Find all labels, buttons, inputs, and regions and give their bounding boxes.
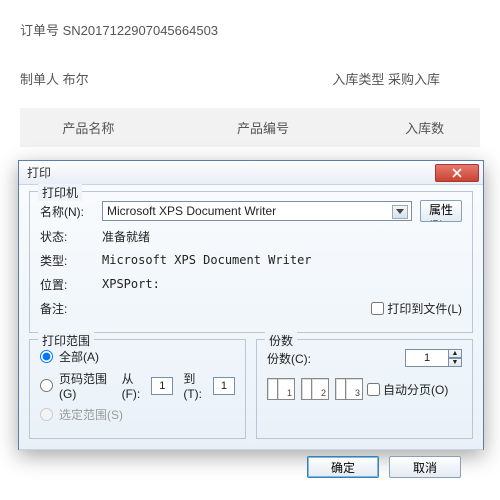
- copies-label: 份数(C):: [267, 350, 327, 367]
- printer-name-combo[interactable]: Microsoft XPS Document Writer: [102, 201, 412, 221]
- print-to-file-input[interactable]: [371, 302, 384, 315]
- range-selection-label: 选定范围(S): [59, 406, 123, 423]
- dialog-title: 打印: [27, 164, 435, 181]
- range-pages-radio[interactable]: [40, 379, 53, 392]
- to-input[interactable]: 1: [213, 377, 235, 395]
- print-dialog: 打印 打印机 名称(N): Microsoft XPS Document Wri…: [18, 160, 484, 450]
- collate-label: 自动分页(O): [383, 381, 448, 398]
- to-label: 到(T):: [183, 370, 209, 401]
- spinner-down-icon[interactable]: ▼: [448, 358, 462, 367]
- copies-input[interactable]: 1: [405, 349, 449, 367]
- properties-button[interactable]: 属性(P)...: [420, 200, 462, 222]
- range-fieldset: 打印范围 全部(A) 页码范围(G) 从(F): 1 到(T): 1 选定范围(…: [29, 339, 246, 439]
- collate-preview: 1 1 2 2 3 3: [267, 378, 363, 400]
- range-pages-label: 页码范围(G): [59, 370, 114, 401]
- collate-checkbox[interactable]: 自动分页(O): [367, 381, 448, 398]
- type-label: 类型:: [40, 252, 102, 269]
- titlebar[interactable]: 打印: [19, 161, 483, 185]
- copies-legend: 份数: [265, 332, 297, 349]
- copies-spinner[interactable]: 1 ▲ ▼: [405, 349, 462, 367]
- where-label: 位置:: [40, 276, 102, 293]
- from-input[interactable]: 1: [151, 377, 173, 395]
- close-icon: [452, 168, 462, 178]
- range-selection-radio: [40, 408, 53, 421]
- page-icon: 1: [277, 378, 295, 400]
- collate-input[interactable]: [367, 383, 380, 396]
- where-value: XPSPort:: [102, 277, 462, 291]
- status-value: 准备就绪: [102, 228, 462, 245]
- chevron-down-icon: [396, 209, 404, 214]
- info-row: 制单人 布尔 入库类型 采购入库: [20, 69, 480, 88]
- cancel-button[interactable]: 取消: [389, 456, 461, 478]
- table-header-row: 产品名称 产品编号 入库数: [20, 108, 480, 147]
- order-number: 订单号 SN2017122907045664503: [20, 20, 480, 39]
- from-label: 从(F):: [122, 370, 148, 401]
- printer-fieldset: 打印机 名称(N): Microsoft XPS Document Writer…: [29, 191, 473, 333]
- range-all-radio[interactable]: [40, 350, 53, 363]
- printer-name-value: Microsoft XPS Document Writer: [107, 204, 276, 218]
- copies-fieldset: 份数 份数(C): 1 ▲ ▼ 1 1: [256, 339, 473, 439]
- print-to-file-checkbox[interactable]: 打印到文件(L): [371, 300, 462, 317]
- th-product: 产品名称: [20, 108, 157, 147]
- spinner-up-icon[interactable]: ▲: [448, 349, 462, 358]
- printer-legend: 打印机: [38, 184, 82, 201]
- background-page: 订单号 SN2017122907045664503 制单人 布尔 入库类型 采购…: [0, 0, 500, 186]
- print-to-file-label: 打印到文件(L): [387, 300, 462, 317]
- range-all-label: 全部(A): [59, 348, 99, 365]
- range-legend: 打印范围: [38, 332, 94, 349]
- page-icon: 3: [345, 378, 363, 400]
- name-label: 名称(N):: [40, 203, 102, 220]
- th-code: 产品编号: [157, 108, 370, 147]
- ok-button[interactable]: 确定: [307, 456, 379, 478]
- page-icon: 2: [311, 378, 329, 400]
- creator: 制单人 布尔: [20, 69, 230, 88]
- comment-label: 备注:: [40, 300, 102, 317]
- type-value: Microsoft XPS Document Writer: [102, 253, 462, 267]
- th-qty: 入库数: [369, 108, 480, 147]
- status-label: 状态:: [40, 228, 102, 245]
- stock-type: 入库类型 采购入库: [230, 69, 480, 88]
- close-button[interactable]: [435, 164, 479, 182]
